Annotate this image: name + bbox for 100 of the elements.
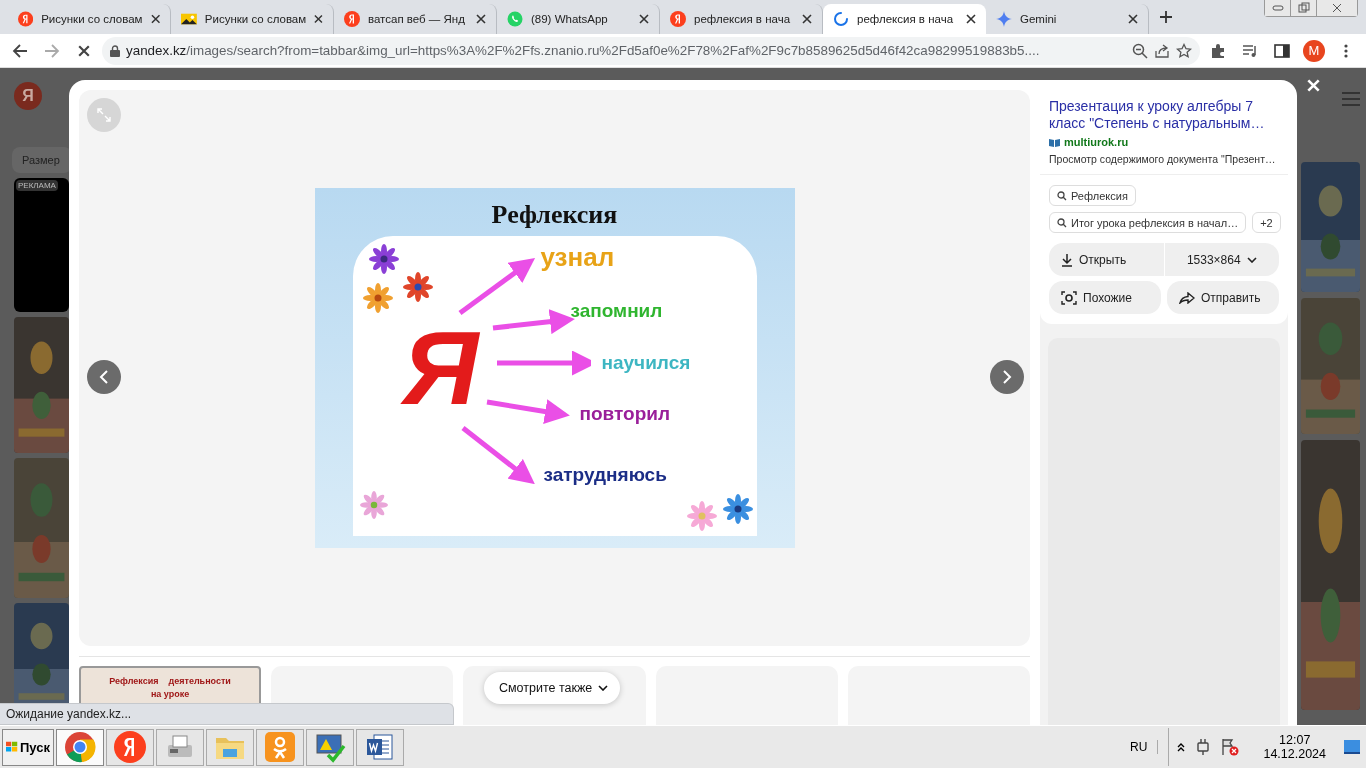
flower-icon xyxy=(362,283,393,314)
clock-date: 14.12.2024 xyxy=(1263,747,1326,761)
whatsapp-icon xyxy=(507,11,523,27)
yandex-icon xyxy=(18,11,34,27)
media-icon[interactable] xyxy=(1242,42,1258,59)
thumbnail-subtitle: на уроке xyxy=(150,689,190,700)
tab-title: рефлексия в нача xyxy=(694,13,792,25)
camera-lens-icon xyxy=(1061,290,1077,305)
zoom-out-icon[interactable] xyxy=(1132,42,1148,59)
clock-time: 12:07 xyxy=(1279,733,1311,747)
url-host: yandex.kz xyxy=(126,43,187,58)
tab-title: Рисунки со словам xyxy=(41,13,143,25)
next-button[interactable] xyxy=(990,360,1024,394)
tab-title: Рисунки со словам xyxy=(204,13,307,25)
flower-icon xyxy=(359,491,388,520)
more-tags-button[interactable]: +2 xyxy=(1252,212,1281,233)
search-icon xyxy=(1057,217,1067,228)
flag-error-icon[interactable] xyxy=(1221,738,1240,756)
monitor-warning-icon[interactable] xyxy=(314,731,346,763)
slide-word: узнал xyxy=(540,242,615,274)
flower-icon xyxy=(686,501,717,532)
slide-word: научился xyxy=(601,352,691,375)
profile-avatar[interactable]: M xyxy=(1303,39,1325,62)
power-plug-icon[interactable] xyxy=(1195,738,1212,756)
previous-button[interactable] xyxy=(87,360,121,394)
close-window-icon[interactable] xyxy=(1332,3,1342,13)
browser-tab[interactable]: рефлексия в нача xyxy=(823,4,986,34)
expand-icon xyxy=(97,108,111,122)
loading-status-toast: Ожидание yandex.kz... xyxy=(0,703,454,725)
taskbar-button[interactable] xyxy=(356,728,404,766)
start-button[interactable]: Пуск xyxy=(2,728,54,766)
similar-button[interactable]: Похожие xyxy=(1049,281,1161,314)
image-icon xyxy=(181,11,197,27)
search-icon xyxy=(1057,190,1067,201)
menu-icon[interactable] xyxy=(1344,42,1348,59)
chevron-down-icon xyxy=(598,685,609,692)
logo: Я xyxy=(14,82,42,110)
source-title-link[interactable]: Презентация к уроку алгебры 7 класс "Степень с натуральным… xyxy=(1049,98,1279,132)
yandex-icon xyxy=(670,11,686,27)
slide-word: затрудняюсь xyxy=(543,464,667,487)
share-button[interactable]: Отправить xyxy=(1167,281,1279,314)
close-tab-icon[interactable] xyxy=(966,14,976,24)
lock-icon xyxy=(110,44,120,57)
source-description: Просмотр содержимого документа "Презент… xyxy=(1040,153,1288,175)
show-desktop-icon[interactable] xyxy=(1344,740,1360,754)
flower-icon xyxy=(722,494,753,525)
see-also-button[interactable]: Смотрите также xyxy=(484,672,621,705)
yandex-icon xyxy=(344,11,360,27)
windows-logo-icon xyxy=(6,740,18,754)
close-tab-icon[interactable] xyxy=(639,14,649,24)
word-icon[interactable] xyxy=(364,731,396,763)
sparkle-icon xyxy=(996,11,1012,27)
close-tab-icon[interactable] xyxy=(1128,14,1138,24)
chevron-right-icon xyxy=(1001,370,1013,384)
restore-icon[interactable] xyxy=(1297,2,1310,14)
close-tab-icon[interactable] xyxy=(150,14,160,24)
yandex-icon[interactable] xyxy=(114,731,146,763)
language-indicator[interactable]: RU xyxy=(1130,740,1159,754)
close-icon[interactable] xyxy=(1307,79,1320,92)
source-site-link[interactable]: multiurok.ru xyxy=(1064,136,1129,148)
taskbar-button[interactable] xyxy=(56,728,104,766)
flower-icon xyxy=(402,272,433,303)
chrome-icon[interactable] xyxy=(64,731,96,763)
slide-title: Рефлексия xyxy=(490,200,619,231)
share-icon[interactable] xyxy=(1154,42,1170,59)
size-dropdown[interactable]: 1533×864 xyxy=(1163,243,1279,276)
tab-title: Gemini xyxy=(1020,13,1058,25)
taskbar-button[interactable] xyxy=(106,728,154,766)
slide-word: повторил xyxy=(579,403,671,426)
show-hidden-icons-icon[interactable] xyxy=(1177,742,1186,752)
taskbar-button[interactable] xyxy=(306,728,354,766)
search-tag[interactable]: Рефлексия xyxy=(1049,185,1136,206)
loading-spinner-icon xyxy=(833,11,849,27)
tab-title: ватсап веб — Янд xyxy=(368,13,466,25)
tab-title: (89) WhatsApp xyxy=(531,13,609,25)
address-bar[interactable]: yandex.kz/images/search?from=tabbar&img_url=https%3A%2F%2Ffs.znanio.ru%2Fd5af0e%2F78%2Faf%2F9c7b8589625d5d46f42ca98299519883b5.... xyxy=(102,36,1200,65)
thumbnail-title: Рефлексия деятельности xyxy=(109,676,231,687)
side-panel-icon[interactable] xyxy=(1274,42,1290,59)
slide-letter: Я xyxy=(402,316,479,421)
bookmark-star-icon[interactable] xyxy=(1176,42,1192,59)
stop-loading-icon[interactable] xyxy=(78,44,90,57)
close-tab-icon[interactable] xyxy=(476,14,486,24)
close-tab-icon[interactable] xyxy=(314,14,323,24)
book-icon xyxy=(1049,137,1060,147)
close-tab-icon[interactable] xyxy=(802,14,812,24)
download-icon xyxy=(1061,252,1073,267)
url-path: /images/search?from=tabbar&img_url=https%3A%2F%2Ffs.znanio.ru%2Fd5af0e%2F78%2Faf%2F9c7b8589625d5d46f42ca98299519883b5.... xyxy=(186,43,1040,58)
chevron-left-icon xyxy=(98,370,110,384)
flower-icon xyxy=(368,244,399,275)
minimize-icon[interactable] xyxy=(1271,5,1284,11)
chevron-down-icon xyxy=(1246,256,1257,263)
slide-word: запомнил xyxy=(570,300,663,323)
share-arrow-icon xyxy=(1179,291,1195,304)
tab-title: рефлексия в нача xyxy=(857,13,955,25)
back-icon[interactable] xyxy=(12,42,28,59)
clock[interactable]: 12:07 14.12.2024 xyxy=(1263,733,1326,761)
search-tag[interactable]: Итог урока рефлексия в начал… xyxy=(1049,212,1247,233)
new-tab-icon[interactable] xyxy=(1159,10,1173,24)
extensions-icon[interactable] xyxy=(1210,42,1226,59)
open-button[interactable]: Открыть xyxy=(1049,243,1164,276)
